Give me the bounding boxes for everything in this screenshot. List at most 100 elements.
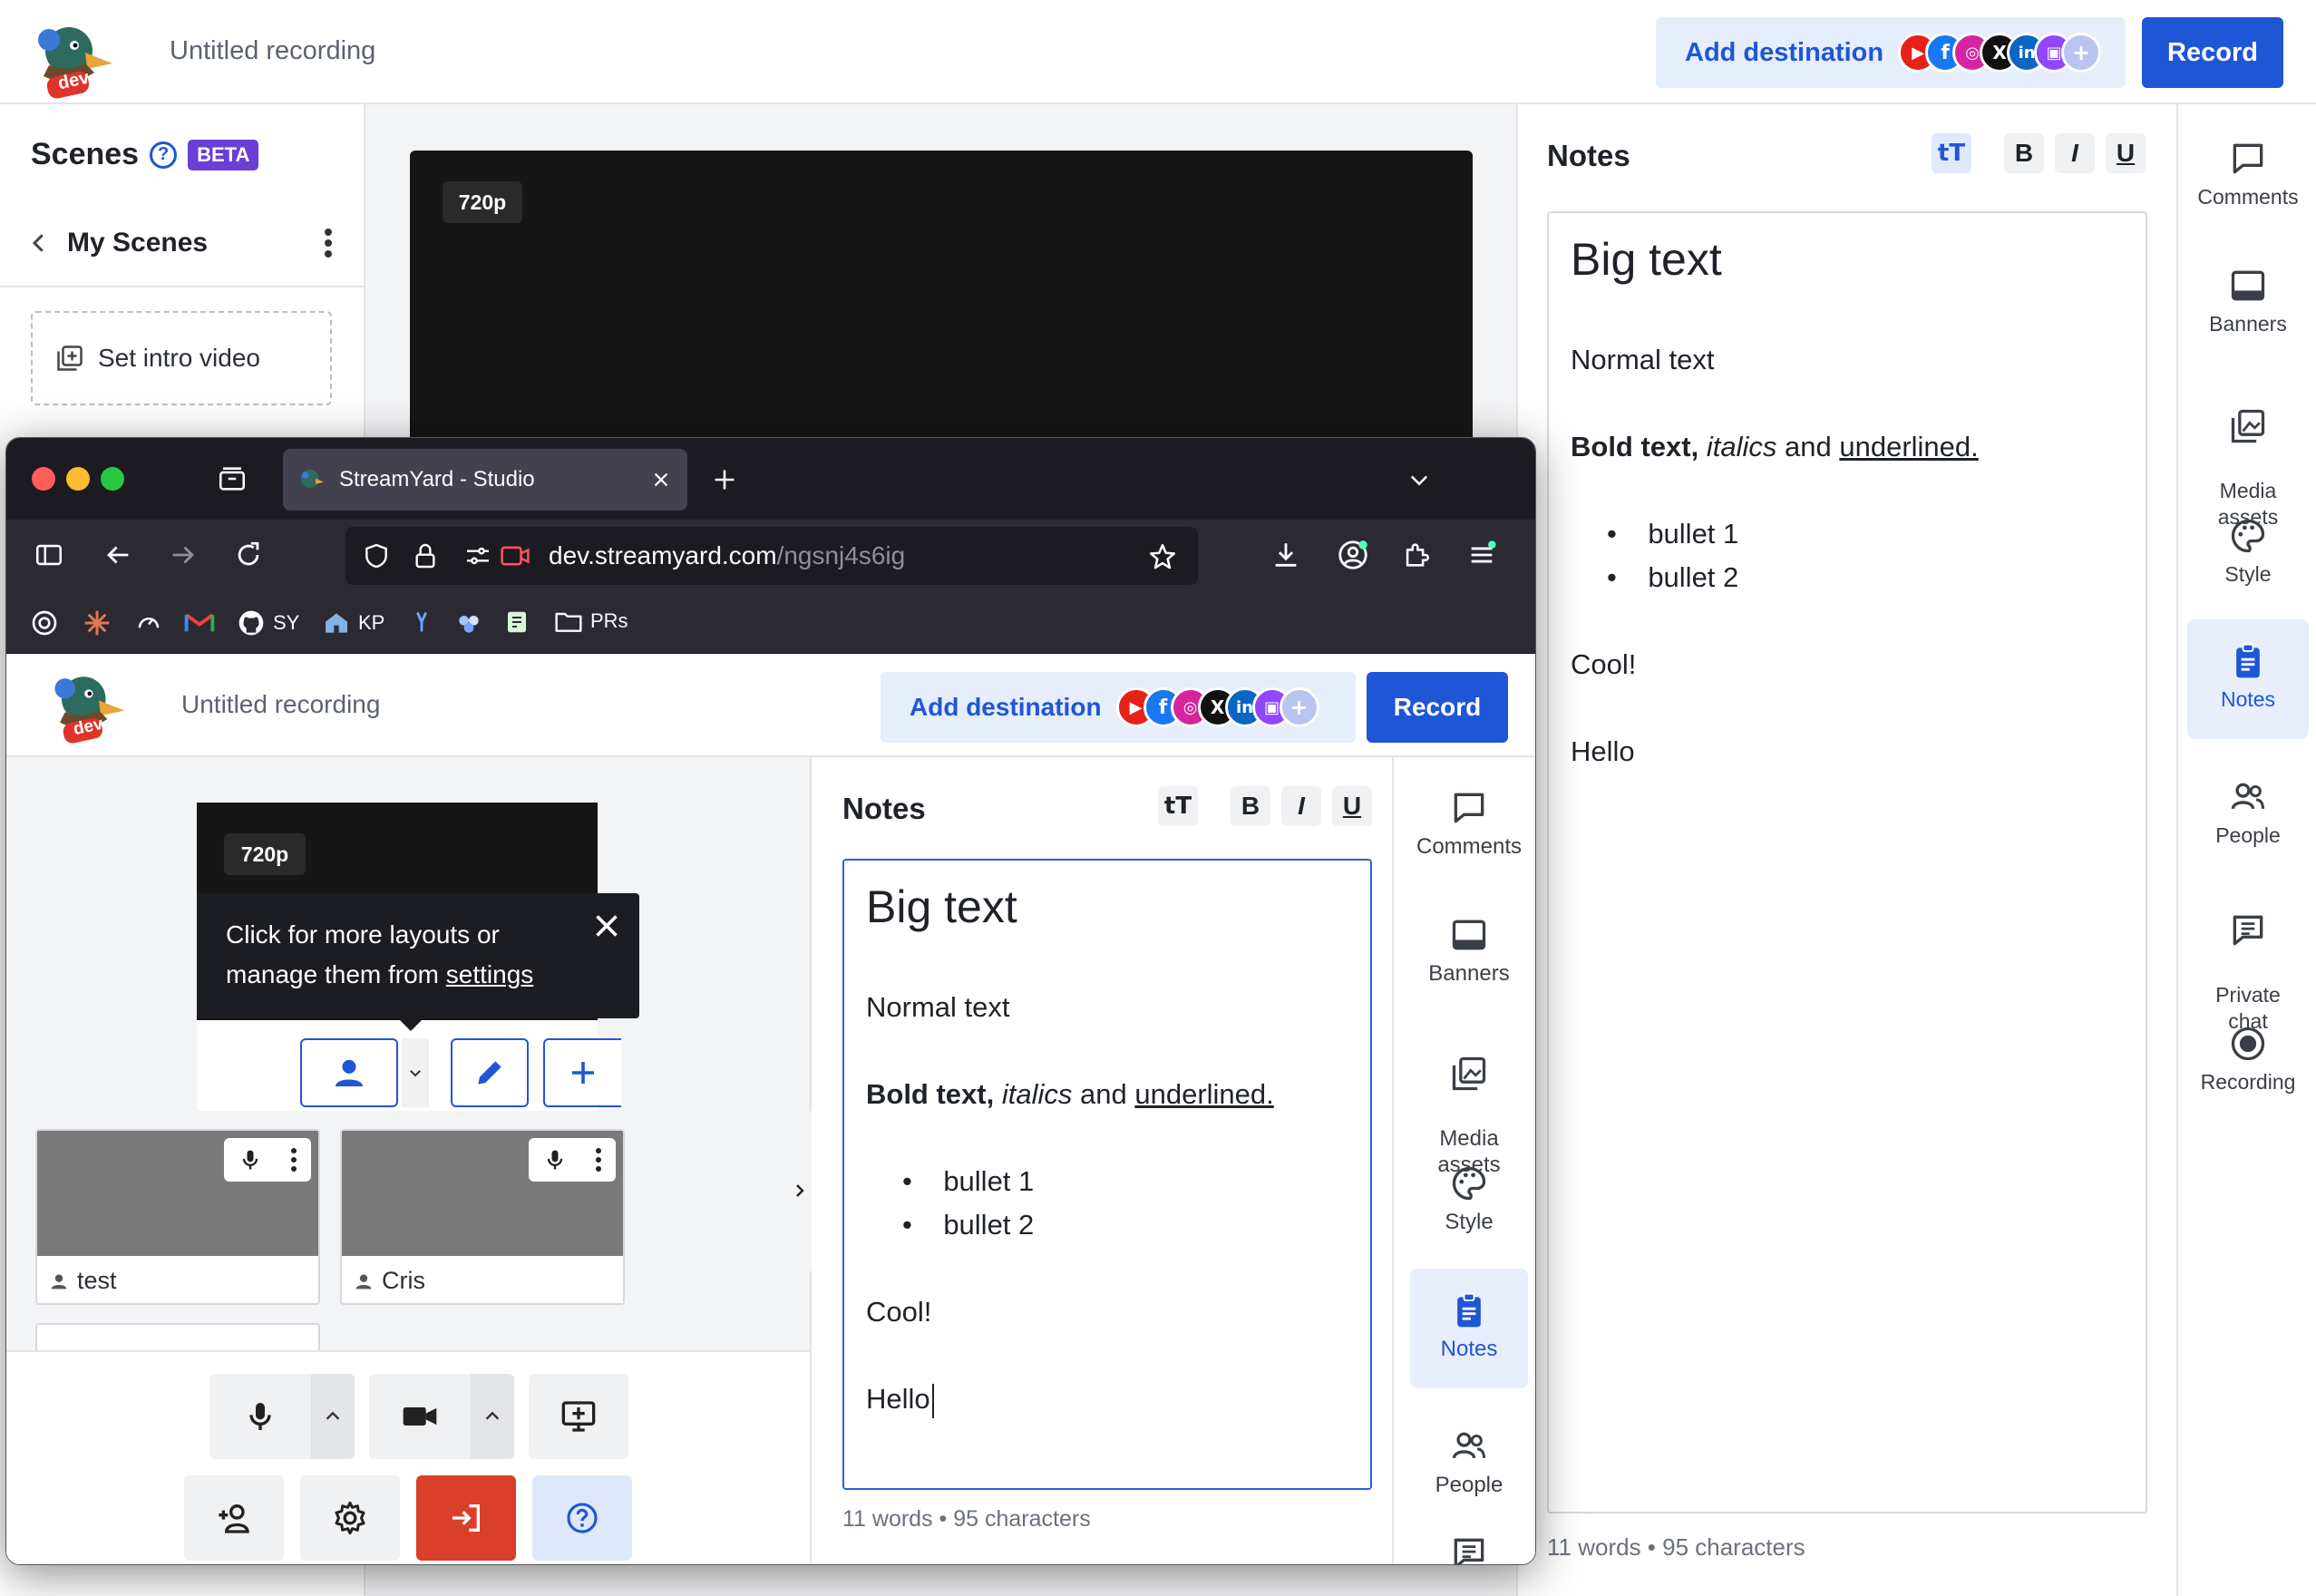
help-icon[interactable]: ? bbox=[150, 141, 178, 169]
maximize-window-icon[interactable] bbox=[101, 467, 124, 491]
bookmark-star-icon[interactable] bbox=[1147, 541, 1178, 572]
shield-icon[interactable] bbox=[362, 541, 391, 570]
notes-icon bbox=[2236, 643, 2260, 678]
close-window-icon[interactable] bbox=[32, 467, 55, 491]
close-icon[interactable] bbox=[590, 910, 623, 942]
browser-tab[interactable]: StreamYard - Studio bbox=[283, 449, 687, 511]
participant-tile[interactable] bbox=[35, 1323, 320, 1350]
reload-icon[interactable] bbox=[233, 540, 264, 570]
bold-button[interactable]: B bbox=[2004, 133, 2044, 173]
download-icon[interactable] bbox=[1270, 540, 1301, 570]
underline-button[interactable]: U bbox=[1332, 786, 1372, 826]
side-rail: Comments Banners Media assets Style Note… bbox=[2176, 104, 2316, 1596]
bookmark-prs[interactable]: PRs bbox=[554, 608, 628, 634]
tab-list-chevron-icon[interactable] bbox=[1406, 467, 1432, 492]
rail-recording[interactable]: Recording bbox=[2187, 1020, 2309, 1120]
rail-comments[interactable]: Comments bbox=[1410, 784, 1528, 884]
settings-link[interactable]: settings bbox=[446, 960, 534, 988]
participant-tile[interactable]: Cris bbox=[340, 1129, 625, 1305]
add-destination-button[interactable]: Add destination ▶ f ◎ X in ▣ + bbox=[1656, 17, 2126, 88]
add-layout-button[interactable] bbox=[543, 1038, 621, 1107]
url-text[interactable]: dev.streamyard.com/ngsnj4s6ig bbox=[549, 541, 905, 570]
url-bar[interactable]: dev.streamyard.com/ngsnj4s6ig bbox=[345, 527, 1198, 585]
edit-layout-button[interactable] bbox=[451, 1038, 529, 1107]
bookmark-tool[interactable] bbox=[409, 608, 434, 636]
camera-toggle-button[interactable] bbox=[369, 1374, 471, 1459]
collapse-panel-button[interactable] bbox=[788, 1111, 812, 1270]
forward-icon[interactable] bbox=[168, 540, 199, 570]
add-destination-button[interactable]: Add destination ▶ f ◎ X in ▣ + bbox=[881, 672, 1356, 743]
text-size-button[interactable]: tT bbox=[1932, 133, 1971, 173]
extensions-icon[interactable] bbox=[1401, 540, 1432, 570]
mic-options-button[interactable] bbox=[311, 1374, 355, 1459]
microphone-icon[interactable] bbox=[238, 1146, 263, 1173]
media-icon bbox=[1452, 1056, 1486, 1091]
add-destination-label: Add destination bbox=[1685, 37, 1884, 67]
text-size-button[interactable]: tT bbox=[1158, 786, 1198, 826]
rail-notes[interactable]: Notes bbox=[2187, 619, 2309, 739]
share-screen-button[interactable] bbox=[529, 1374, 628, 1459]
menu-icon[interactable] bbox=[1466, 540, 1497, 570]
recording-title[interactable]: Untitled recording bbox=[181, 690, 380, 719]
rail-banners[interactable]: Banners bbox=[2187, 262, 2309, 362]
rail-people[interactable]: People bbox=[2187, 774, 2309, 873]
minimize-window-icon[interactable] bbox=[66, 467, 90, 491]
bookmark-openai[interactable] bbox=[30, 608, 59, 637]
camera-options-button[interactable] bbox=[471, 1374, 514, 1459]
rail-style[interactable]: Style bbox=[1410, 1160, 1528, 1260]
more-vertical-icon[interactable] bbox=[323, 227, 334, 259]
layout-dropdown-button[interactable] bbox=[402, 1038, 429, 1107]
invite-guest-button[interactable] bbox=[184, 1475, 284, 1561]
bold-button[interactable]: B bbox=[1231, 786, 1270, 826]
mic-toggle-button[interactable] bbox=[209, 1374, 311, 1459]
rail-style[interactable]: Style bbox=[2187, 512, 2309, 612]
more-vertical-icon[interactable] bbox=[289, 1146, 298, 1173]
bookmark-gmail[interactable] bbox=[184, 608, 215, 636]
tab-overview-icon[interactable] bbox=[217, 463, 248, 494]
rail-media-assets[interactable]: Media assets bbox=[1410, 1024, 1528, 1177]
my-scenes-row[interactable]: My Scenes bbox=[25, 227, 334, 259]
bookmark-kp[interactable]: KP bbox=[322, 608, 384, 637]
record-button[interactable]: Record bbox=[2142, 17, 2283, 88]
layout-solo-button[interactable] bbox=[300, 1038, 398, 1107]
stage-preview[interactable]: 720p bbox=[410, 151, 1473, 459]
chevron-left-icon[interactable] bbox=[25, 229, 53, 257]
resolution-badge: 720p bbox=[224, 833, 306, 875]
bookmark-sy[interactable]: SY bbox=[237, 608, 299, 637]
palette-icon bbox=[2231, 519, 2265, 553]
rail-people[interactable]: People bbox=[1410, 1423, 1528, 1523]
permissions-icon[interactable] bbox=[463, 541, 492, 570]
record-button[interactable]: Record bbox=[1367, 672, 1508, 743]
italic-button[interactable]: I bbox=[2055, 133, 2095, 173]
settings-button[interactable] bbox=[300, 1475, 400, 1561]
rail-private-chat[interactable] bbox=[1410, 1530, 1528, 1564]
set-intro-video-button[interactable]: Set intro video bbox=[31, 311, 332, 405]
bookmark-puzzle[interactable] bbox=[454, 608, 483, 637]
recording-title[interactable]: Untitled recording bbox=[170, 36, 375, 66]
leave-studio-button[interactable] bbox=[416, 1475, 516, 1561]
microphone-icon[interactable] bbox=[542, 1146, 568, 1173]
browser-nav-bar: dev.streamyard.com/ngsnj4s6ig bbox=[6, 520, 1535, 592]
bookmark-claude[interactable] bbox=[83, 608, 112, 637]
italic-button[interactable]: I bbox=[1281, 786, 1321, 826]
rail-private-chat[interactable]: Private chat bbox=[2187, 881, 2309, 1033]
rail-comments[interactable]: Comments bbox=[2187, 135, 2309, 235]
underline-button[interactable]: U bbox=[2106, 133, 2146, 173]
rail-notes[interactable]: Notes bbox=[1410, 1269, 1528, 1388]
participant-tile[interactable]: test bbox=[35, 1129, 320, 1305]
camera-sharing-icon[interactable] bbox=[500, 541, 530, 570]
rail-banners[interactable]: Banners bbox=[1410, 911, 1528, 1011]
account-icon[interactable] bbox=[1336, 538, 1370, 572]
bookmark-speed[interactable] bbox=[135, 608, 162, 636]
notes-editor[interactable]: Big text Normal text Bold text, italics … bbox=[1547, 211, 2147, 1513]
new-tab-icon[interactable] bbox=[712, 467, 737, 492]
help-button[interactable] bbox=[532, 1475, 632, 1561]
rail-media-assets[interactable]: Media assets bbox=[2187, 376, 2309, 529]
more-vertical-icon[interactable] bbox=[594, 1146, 603, 1173]
back-icon[interactable] bbox=[102, 540, 133, 570]
notes-editor[interactable]: Big text Normal text Bold text, italics … bbox=[842, 859, 1372, 1490]
bookmark-notion[interactable] bbox=[503, 608, 530, 636]
lock-icon[interactable] bbox=[411, 541, 440, 570]
sidebar-toggle-icon[interactable] bbox=[34, 540, 64, 570]
close-tab-icon[interactable] bbox=[651, 470, 671, 490]
